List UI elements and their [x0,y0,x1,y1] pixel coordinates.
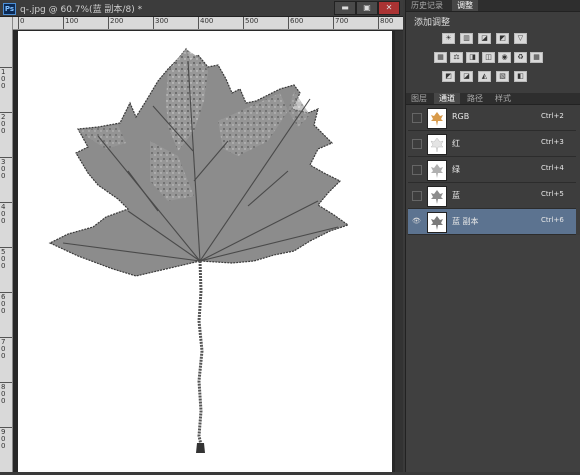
tab-styles[interactable]: 样式 [490,93,516,104]
adjustments-tabbar: 历史记录 调整 [406,0,580,12]
channel-thumbnail [427,134,447,155]
levels-icon[interactable]: ▥ [460,33,473,44]
ruler-tick [243,17,244,29]
ruler-label: 2 0 0 [1,113,6,135]
document-window: Ps q-.jpg @ 60.7%(蓝 副本/8) * ▬ ▣ ✕ 0 100 20… [0,0,403,472]
color-lookup-icon[interactable]: ▦ [530,52,543,63]
ruler-tick [333,17,334,29]
channels-tabbar: 图层 通道 路径 样式 [406,93,580,105]
channel-row-blue-copy[interactable]: 👁 蓝 副本 Ctrl+6 [408,209,576,235]
ruler-tick [63,17,64,29]
channel-row-rgb[interactable]: RGB Ctrl+2 [408,105,576,131]
ruler-label: 0 [20,17,25,25]
visibility-toggle[interactable] [412,165,422,175]
channel-thumbnail [427,160,447,181]
ruler-tick [108,17,109,29]
channel-row-green[interactable]: 绿 Ctrl+4 [408,157,576,183]
ruler-label: 800 [380,17,394,25]
ruler-label: 4 0 0 [1,203,6,225]
document-title: q-.jpg @ 60.7%(蓝 副本/8) * [20,5,143,15]
ruler-label: 9 0 0 [1,428,6,450]
ruler-tick [153,17,154,29]
ruler-label: 100 [65,17,79,25]
image-canvas[interactable] [18,31,392,472]
channel-name: 绿 [452,165,460,174]
photo-filter-icon[interactable]: ◉ [498,52,511,63]
document-titlebar[interactable]: Ps q-.jpg @ 60.7%(蓝 副本/8) * ▬ ▣ ✕ [0,0,403,17]
channel-name: RGB [452,112,470,121]
exposure-icon[interactable]: ◩ [496,33,509,44]
channel-shortcut: Ctrl+5 [541,190,564,198]
ruler-label: 400 [200,17,214,25]
ruler-label: 6 0 0 [1,293,6,315]
eye-icon[interactable]: 👁 [412,217,421,225]
vibrance-icon[interactable]: ▦ [434,52,447,63]
ruler-label: 700 [335,17,349,25]
ruler-label: 1 0 0 [1,68,6,90]
channel-name: 蓝 副本 [452,217,479,226]
channels-panel-empty-area [406,235,580,472]
ruler-label: 600 [290,17,304,25]
brightness-icon[interactable]: ☀ [442,33,455,44]
selective-color-icon[interactable]: ◧ [514,71,527,82]
ruler-label: 8 0 0 [1,383,6,405]
posterize-icon[interactable]: ◪ [460,71,473,82]
vertical-scrollbar[interactable] [395,31,403,472]
close-button[interactable]: ✕ [378,1,400,15]
curves-icon[interactable]: ◪ [478,33,491,44]
gradient-map-icon[interactable]: ▧ [496,71,509,82]
channel-mixer-icon[interactable]: ♻ [514,52,527,63]
channel-thumbnail [427,186,447,207]
gradient-triangle-icon[interactable]: ▽ [514,33,527,44]
visibility-toggle[interactable] [412,113,422,123]
color-balance-icon[interactable]: ◨ [466,52,479,63]
ruler-tick [378,17,379,29]
ruler-label: 200 [110,17,124,25]
hue-sat-icon[interactable]: ⚖ [450,52,463,63]
channel-shortcut: Ctrl+6 [541,216,564,224]
ruler-tick [288,17,289,29]
tab-history[interactable]: 历史记录 [406,0,448,11]
minimize-button[interactable]: ▬ [334,1,356,15]
maple-leaf-image [48,47,350,453]
channel-shortcut: Ctrl+2 [541,112,564,120]
ruler-tick [198,17,199,29]
photoshop-app-icon: Ps [3,3,16,15]
tab-paths[interactable]: 路径 [462,93,488,104]
channel-thumbnail [427,108,447,129]
tab-adjustments[interactable]: 调整 [452,0,478,11]
visibility-toggle[interactable] [412,139,422,149]
ruler-label: 300 [155,17,169,25]
ruler-tick [18,17,19,29]
visibility-toggle[interactable] [412,191,422,201]
vertical-ruler[interactable]: 1 0 0 2 0 0 3 0 0 4 0 0 5 0 0 6 0 0 7 0 0 8 0 0… [0,17,13,472]
bw-icon[interactable]: ◫ [482,52,495,63]
threshold-icon[interactable]: ◭ [478,71,491,82]
invert-icon[interactable]: ◩ [442,71,455,82]
channel-shortcut: Ctrl+4 [541,164,564,172]
maximize-button[interactable]: ▣ [356,1,378,15]
channel-thumbnail [427,212,447,233]
channel-shortcut: Ctrl+3 [541,138,564,146]
ruler-label: 7 0 0 [1,338,6,360]
ruler-label: 3 0 0 [1,158,6,180]
ruler-label: 500 [245,17,259,25]
tab-channels[interactable]: 通道 [434,93,460,104]
channel-row-blue[interactable]: 蓝 Ctrl+5 [408,183,576,209]
channel-row-red[interactable]: 红 Ctrl+3 [408,131,576,157]
horizontal-ruler[interactable]: 0 100 200 300 400 500 600 700 800 [12,17,403,30]
tab-layers[interactable]: 图层 [406,93,432,104]
channel-name: 蓝 [452,191,460,200]
ruler-label: 5 0 0 [1,248,6,270]
right-panel-dock: 历史记录 调整 添加调整 ☀ ▥ ◪ ◩ ▽ ▦ ⚖ ◨ ◫ ◉ ♻ ▦ ◩ ◪… [405,0,580,472]
channel-name: 红 [452,139,460,148]
adjustments-title: 添加调整 [414,18,451,28]
